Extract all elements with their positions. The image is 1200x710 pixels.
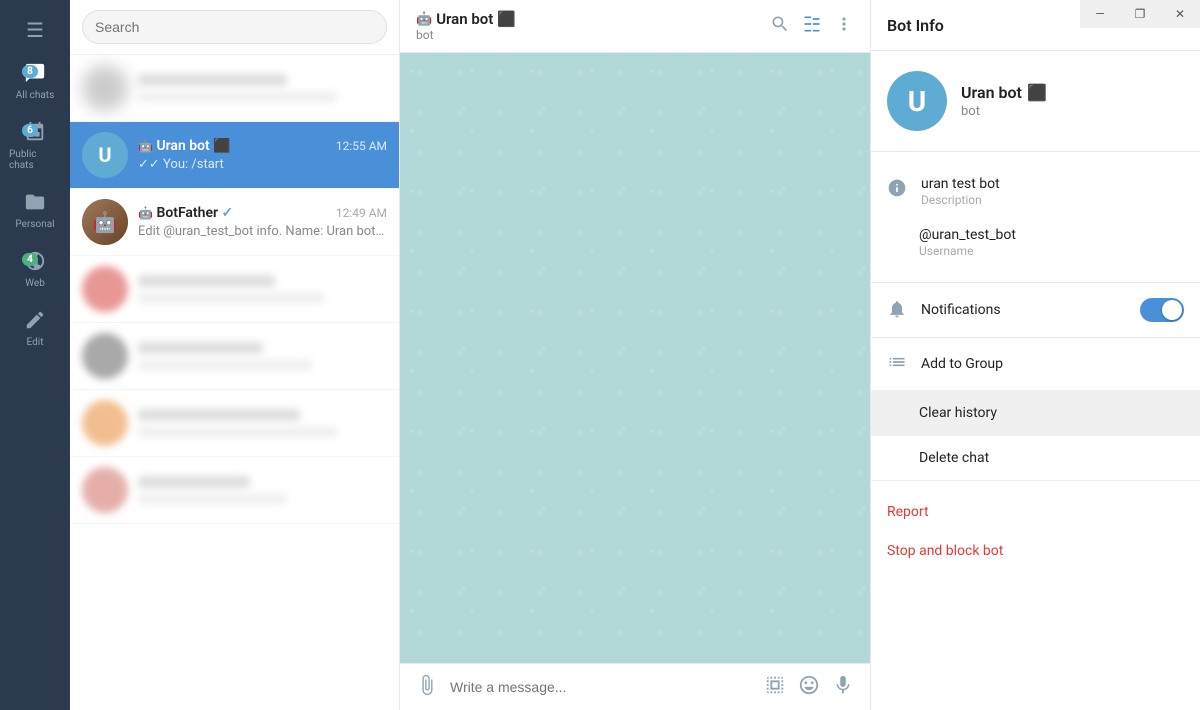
chat-input-bar xyxy=(400,663,870,710)
bell-icon xyxy=(887,299,909,323)
public-chats-badge: 6 xyxy=(22,124,38,137)
emoji-icon[interactable] xyxy=(798,674,820,700)
clear-history-label: Clear history xyxy=(919,405,997,421)
sidebar-item-edit[interactable]: Edit xyxy=(5,301,65,356)
columns-icon[interactable] xyxy=(802,14,822,38)
add-to-group-action[interactable]: Add to Group xyxy=(871,338,1200,391)
list-item[interactable] xyxy=(70,256,399,323)
delete-chat-action[interactable]: Delete chat xyxy=(871,436,1200,481)
list-item[interactable] xyxy=(70,323,399,390)
add-to-group-label: Add to Group xyxy=(921,356,1003,372)
bot-actions: Add to Group Clear history Delete chat xyxy=(871,338,1200,481)
bot-info-title: Bot Info xyxy=(887,16,944,35)
clear-history-action[interactable]: Clear history xyxy=(871,391,1200,436)
username-label: Username xyxy=(919,244,1016,258)
avatar xyxy=(82,65,128,111)
bot-profile-sub: bot xyxy=(961,104,1047,119)
sidebar-item-personal[interactable]: Personal xyxy=(5,183,65,238)
notifications-label: Notifications xyxy=(921,302,1001,318)
menu-icon: ☰ xyxy=(26,18,44,42)
chat-list-panel: U 🤖 Uran bot ⬛ 12:55 AM ✓✓ You: /start xyxy=(70,0,400,710)
edit-icon xyxy=(24,309,46,334)
window-controls: — ❐ ✕ xyxy=(1080,0,1200,28)
search-input[interactable] xyxy=(82,10,387,44)
delete-chat-label: Delete chat xyxy=(919,450,989,466)
close-button[interactable]: ✕ xyxy=(1160,0,1200,28)
avatar: 🤖 xyxy=(82,199,128,245)
sidebar: ☰ 8 All chats 6 Public chats xyxy=(0,0,70,710)
search-bar xyxy=(70,0,399,55)
bot-icon: 🤖 xyxy=(138,206,153,220)
bot-profile: U Uran bot ⬛ bot xyxy=(871,51,1200,152)
web-badge: 4 xyxy=(22,253,38,266)
bot-info-details: uran test bot Description @uran_test_bot… xyxy=(871,152,1200,283)
list-item[interactable] xyxy=(70,390,399,457)
bot-profile-name: Uran bot ⬛ xyxy=(961,83,1047,102)
list-item[interactable] xyxy=(70,55,399,122)
chat-name: 🤖 Uran bot ⬛ xyxy=(138,138,231,154)
sidebar-item-web[interactable]: 4 Web xyxy=(5,242,65,297)
chat-time: 12:55 AM xyxy=(336,139,387,153)
chat-preview: Edit @uran_test_bot info. Name: Uran bot… xyxy=(138,224,387,239)
chat-background: What can this bot do? Test bot about Ura… xyxy=(400,53,870,663)
stop-block-action[interactable]: Stop and block bot xyxy=(871,530,1200,569)
chat-header: 🤖 Uran bot ⬛ bot xyxy=(400,0,870,53)
report-label: Report xyxy=(887,504,929,520)
personal-label: Personal xyxy=(15,219,54,230)
list-item-uran-bot[interactable]: U 🤖 Uran bot ⬛ 12:55 AM ✓✓ You: /start xyxy=(70,122,399,189)
list-item[interactable] xyxy=(70,457,399,524)
app-window: — ❐ ✕ ☰ 8 All chats 6 Public chats xyxy=(0,0,1200,710)
description-row: uran test bot Description xyxy=(887,166,1184,217)
restore-button[interactable]: ❐ xyxy=(1120,0,1160,28)
bot-command-icon[interactable] xyxy=(764,674,786,700)
info-circle-icon xyxy=(887,178,909,202)
chat-items: U 🤖 Uran bot ⬛ 12:55 AM ✓✓ You: /start xyxy=(70,55,399,710)
sidebar-item-all-chats[interactable]: 8 All chats xyxy=(5,54,65,109)
sidebar-item-public-chats[interactable]: 6 Public chats xyxy=(5,113,65,179)
notifications-row: Notifications xyxy=(871,283,1200,338)
public-chats-label: Public chats xyxy=(9,149,61,171)
notifications-toggle[interactable] xyxy=(1140,298,1184,322)
chat-area: 🤖 Uran bot ⬛ bot xyxy=(400,0,870,710)
list-item-botfather[interactable]: 🤖 🤖 BotFather ✓ 12:49 AM Edit @uran_test… xyxy=(70,189,399,256)
stop-block-label: Stop and block bot xyxy=(887,543,1003,559)
minimize-button[interactable]: — xyxy=(1080,0,1120,28)
danger-actions: Report Stop and block bot xyxy=(871,481,1200,579)
edit-label: Edit xyxy=(27,337,44,348)
message-input[interactable] xyxy=(450,679,752,695)
toggle-knob xyxy=(1162,300,1182,320)
list-icon xyxy=(887,352,909,376)
chat-time: 12:49 AM xyxy=(336,206,387,220)
bot-icon: 🤖 xyxy=(138,139,153,153)
attachment-icon[interactable] xyxy=(416,674,438,700)
chat-pattern xyxy=(400,53,870,663)
chat-header-sub: bot xyxy=(416,28,516,42)
more-icon[interactable] xyxy=(834,14,854,38)
verified-icon: ✓ xyxy=(222,205,234,221)
description-label: Description xyxy=(921,193,1000,207)
avatar: U xyxy=(82,132,128,178)
bot-avatar: U xyxy=(887,71,947,131)
chat-preview: ✓✓ You: /start xyxy=(138,157,387,172)
personal-icon xyxy=(24,191,46,216)
web-label: Web xyxy=(25,278,45,289)
bot-icon: 🤖 xyxy=(416,12,432,27)
chat-name: 🤖 BotFather ✓ xyxy=(138,205,233,221)
voice-icon[interactable] xyxy=(832,674,854,700)
bot-info-panel: Bot Info U Uran bot ⬛ bot uran tes xyxy=(870,0,1200,710)
username-value: @uran_test_bot xyxy=(919,227,1016,243)
all-chats-label: All chats xyxy=(16,90,54,101)
search-header-icon[interactable] xyxy=(770,14,790,38)
report-action[interactable]: Report xyxy=(871,491,1200,530)
all-chats-badge: 8 xyxy=(22,65,38,78)
chat-header-name: 🤖 Uran bot ⬛ xyxy=(416,10,516,28)
description-value: uran test bot xyxy=(921,176,1000,192)
sidebar-item-menu[interactable]: ☰ xyxy=(5,10,65,50)
double-check-icon: ✓✓ xyxy=(138,157,160,172)
username-row: @uran_test_bot Username xyxy=(887,217,1184,268)
